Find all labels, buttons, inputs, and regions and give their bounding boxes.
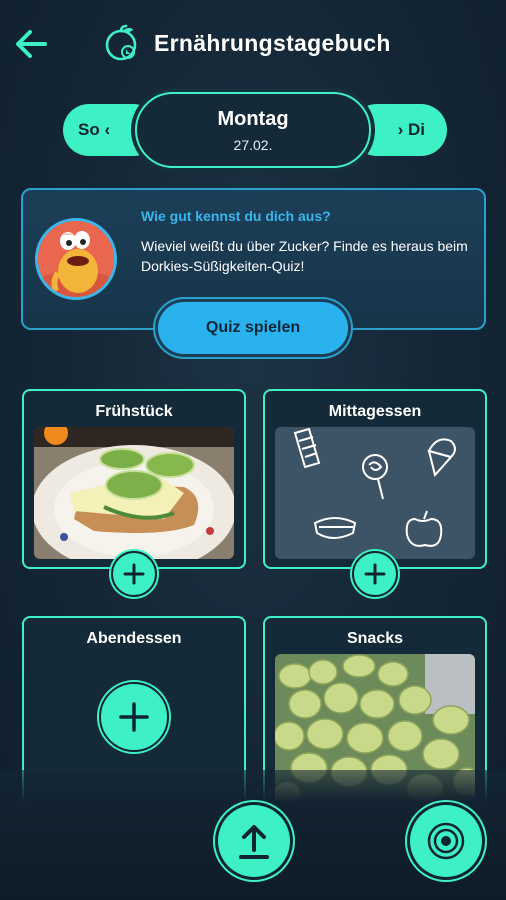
play-quiz-button[interactable]: Quiz spielen [158, 302, 348, 354]
quiz-title: Wie gut kennst du dich aus? [141, 208, 331, 224]
page-title: Ernährungstagebuch [154, 30, 391, 56]
breakfast-photo [34, 427, 234, 559]
arrow-left-icon[interactable] [14, 28, 48, 60]
upload-button[interactable] [218, 805, 290, 877]
meal-label: Abendessen [86, 630, 182, 647]
target-icon [427, 822, 465, 860]
meal-card-lunch[interactable]: Mittagessen [263, 389, 487, 597]
meal-label: Snacks [346, 630, 404, 647]
apple-icon [405, 510, 443, 547]
add-lunch-button[interactable] [352, 551, 398, 597]
day-navigation: So ‹ › Di Montag 27.02. [63, 92, 447, 168]
meal-card-breakfast[interactable]: Frühstück [22, 389, 246, 597]
meal-label: Frühstück [95, 403, 173, 420]
current-day-display: Montag 27.02. [135, 92, 371, 168]
add-breakfast-button[interactable] [111, 551, 157, 597]
chocolate-icon [293, 427, 321, 469]
sandwich-icon [313, 517, 357, 539]
add-dinner-button[interactable] [99, 682, 169, 752]
plus-icon [364, 563, 386, 585]
lunch-placeholder [275, 427, 475, 559]
lollipop-icon [362, 454, 388, 500]
plus-icon [119, 702, 149, 732]
plus-icon [123, 563, 145, 585]
fruit-icon [105, 24, 137, 61]
mascot-avatar [35, 218, 117, 300]
target-button[interactable] [410, 805, 482, 877]
current-day-name: Montag [217, 107, 289, 130]
quiz-description: Wieviel weißt du über Zucker? Finde es h… [141, 238, 468, 274]
upload-icon [239, 825, 269, 859]
ice-cream-icon [427, 438, 456, 478]
meal-label: Mittagessen [328, 403, 422, 420]
header: Ernährungstagebuch [0, 0, 506, 88]
current-day-date: 27.02. [233, 136, 273, 153]
